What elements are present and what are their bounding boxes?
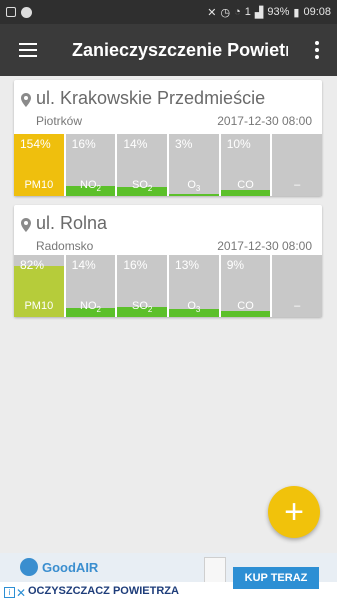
- station-datetime: 2017-12-30 08:00: [217, 239, 312, 253]
- pollutant-tile[interactable]: 14% SO2: [117, 134, 168, 196]
- pollutant-name: SO2: [117, 179, 167, 193]
- pollutant-subscript: 2: [147, 184, 153, 193]
- pollutant-name: –: [272, 179, 322, 193]
- adchoices-icon[interactable]: i: [4, 587, 15, 598]
- clock-time: 09:08: [303, 6, 331, 18]
- pollutant-formula: SO: [132, 178, 148, 191]
- pollutant-percent: 13%: [175, 258, 200, 272]
- pollutant-tiles: 154% PM10 16% NO2 14% SO2 3% O3 10% CO –: [14, 134, 323, 196]
- pollutant-formula: –: [294, 178, 301, 191]
- pollutant-tile[interactable]: 9% CO: [220, 255, 271, 317]
- brand-logo-icon: [20, 558, 38, 576]
- wifi-icon: ◔: [234, 6, 241, 18]
- pollutant-percent: 14%: [71, 258, 96, 272]
- pollutant-tile[interactable]: 16% NO2: [65, 134, 116, 196]
- station-datetime: 2017-12-30 08:00: [217, 114, 312, 128]
- pollutant-name: –: [272, 300, 322, 314]
- location-pin-icon: [21, 93, 31, 107]
- station-street: ul. Rolna: [36, 213, 108, 233]
- pollutant-formula: –: [294, 299, 301, 312]
- station-city: Radomsko: [36, 239, 94, 253]
- plus-icon: +: [284, 493, 304, 531]
- battery-percent: 93%: [267, 6, 290, 18]
- location-pin-icon: [21, 218, 31, 232]
- pollutant-subscript: 3: [195, 184, 201, 193]
- overflow-menu-icon[interactable]: [297, 24, 337, 76]
- pollutant-tile[interactable]: 3% O3: [169, 134, 219, 196]
- pollutant-formula: NO: [80, 178, 97, 191]
- status-bar: ✕ ◷ ◔ 1 ▟ 93% ▮ 09:08: [0, 0, 337, 24]
- mute-icon: ✕: [207, 6, 217, 19]
- pollutant-tile[interactable]: –: [272, 255, 323, 317]
- pollutant-formula: SO: [132, 299, 148, 312]
- pollutant-subscript: 2: [96, 305, 101, 314]
- pollution-level-bar: [169, 194, 219, 196]
- pollutant-percent: 82%: [20, 258, 45, 272]
- pollutant-subscript: 3: [195, 305, 201, 314]
- pollutant-name: PM10: [14, 300, 64, 314]
- pollutant-name: PM10: [14, 179, 64, 193]
- station-card[interactable]: ul. Rolna Radomsko 2017-12-30 08:00 82% P…: [14, 205, 323, 317]
- pollutant-formula: O: [187, 178, 196, 191]
- pollutant-formula: CO: [237, 178, 254, 191]
- pollutant-tile[interactable]: 13% O3: [169, 255, 219, 317]
- pollutant-subscript: 2: [147, 305, 153, 314]
- pollutant-tile[interactable]: 154% PM10: [14, 134, 64, 196]
- pollutant-tile[interactable]: –: [272, 134, 323, 196]
- pollutant-formula: NO: [80, 299, 97, 312]
- pollutant-name: O3: [169, 179, 219, 193]
- pollutant-name: O3: [169, 300, 219, 314]
- pollutant-formula: PM10: [24, 299, 54, 312]
- pollutant-name: CO: [221, 300, 271, 314]
- pollutant-formula: O: [187, 299, 196, 312]
- notification-icon: [6, 7, 16, 17]
- ad-brand-logo: GoodAIR: [20, 558, 98, 576]
- station-street: ul. Krakowskie Przedmieście: [36, 88, 266, 108]
- pollutant-percent: 16%: [123, 258, 148, 272]
- station-city: Piotrków: [36, 114, 83, 128]
- pollutant-formula: CO: [237, 299, 254, 312]
- pollutant-name: SO2: [117, 300, 167, 314]
- phone-icon: [21, 6, 32, 18]
- pollutant-formula: PM10: [24, 178, 54, 191]
- app-bar: Zanieczyszczenie Powietrza: [0, 24, 337, 76]
- pollutant-percent: 3%: [175, 137, 193, 151]
- app-title: Zanieczyszczenie Powietrza: [72, 39, 288, 60]
- close-ad-icon[interactable]: ✕: [16, 586, 26, 600]
- pollutant-percent: 154%: [20, 137, 51, 151]
- menu-icon[interactable]: [0, 24, 56, 76]
- pollutant-name: NO2: [66, 179, 116, 193]
- pollutant-name: CO: [221, 179, 271, 193]
- pollutant-tile[interactable]: 16% SO2: [117, 255, 168, 317]
- pollutant-tile[interactable]: 10% CO: [220, 134, 271, 196]
- pollutant-tiles: 82% PM10 14% NO2 16% SO2 13% O3 9% CO –: [14, 255, 323, 317]
- pollutant-percent: 10%: [226, 137, 251, 151]
- ad-banner[interactable]: GoodAIR OCZYSZCZACZ POWIETRZA KUP TERAZ …: [0, 553, 337, 600]
- battery-icon: ▮: [293, 6, 300, 19]
- pollutant-percent: 14%: [123, 137, 148, 151]
- pollutant-percent: 16%: [71, 137, 96, 151]
- pollutant-percent: 9%: [226, 258, 245, 272]
- ad-brand: GoodAIR: [42, 559, 99, 575]
- buy-now-button[interactable]: KUP TERAZ: [233, 567, 319, 589]
- signal-icon: ▟: [254, 6, 264, 19]
- station-card[interactable]: ul. Krakowskie Przedmieście Piotrków 201…: [14, 80, 323, 196]
- alarm-icon: ◷: [220, 6, 231, 19]
- sim-icon: 1: [244, 6, 251, 18]
- pollutant-tile[interactable]: 82% PM10: [14, 255, 64, 317]
- pollutant-tile[interactable]: 14% NO2: [65, 255, 116, 317]
- pollutant-name: NO2: [66, 300, 116, 314]
- add-station-button[interactable]: +: [268, 486, 320, 538]
- pollutant-subscript: 2: [96, 184, 101, 193]
